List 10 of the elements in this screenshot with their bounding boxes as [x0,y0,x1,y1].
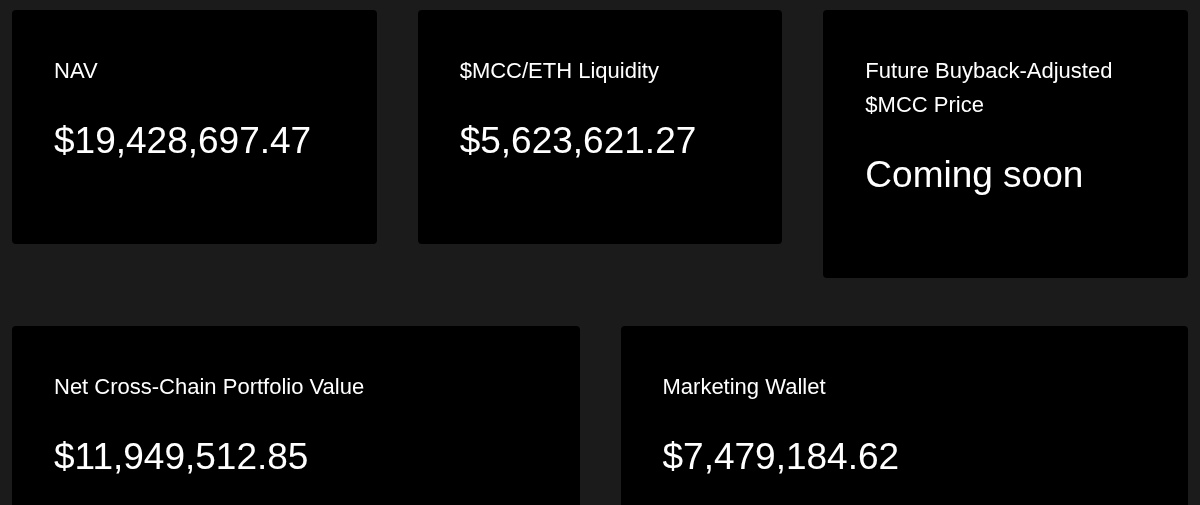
stat-label: $MCC/ETH Liquidity [459,57,660,85]
stat-label: Net Cross-Chain Portfolio Value [54,373,366,401]
stat-label: Future Buyback-Adjusted $MCC Price [865,57,1114,119]
stat-value: $19,428,697.47 [54,119,313,163]
stat-value: Coming soon [865,153,1085,197]
stat-label: Marketing Wallet [662,373,827,401]
stat-value: $7,479,184.62 [662,435,901,479]
stat-label: NAV [54,57,99,85]
stat-value: $11,949,512.85 [54,435,310,479]
stat-value: $5,623,621.27 [459,119,698,163]
